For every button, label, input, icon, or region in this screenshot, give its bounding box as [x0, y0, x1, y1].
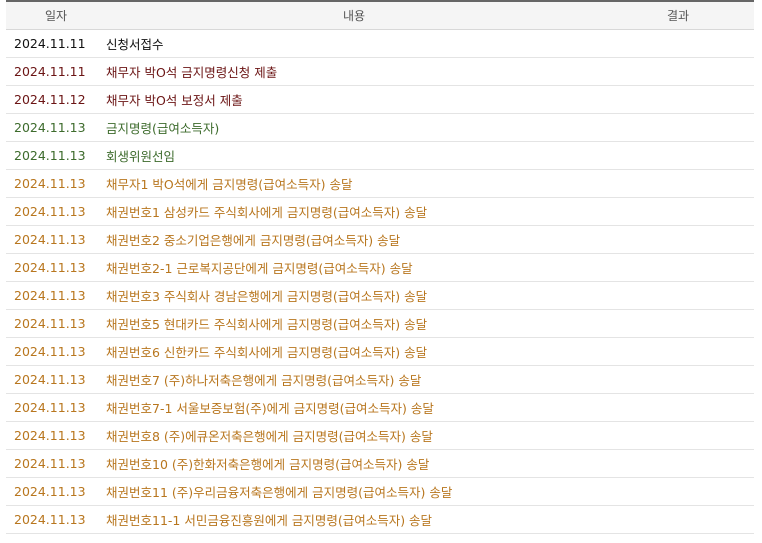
row-result — [602, 505, 754, 534]
row-result — [602, 421, 754, 450]
row-date: 2024.11.13 — [6, 393, 106, 422]
row-content: 회생위원선임 — [106, 141, 602, 170]
row-content: 채권번호1 삼성카드 주식회사에게 금지명령(급여소득자) 송달 — [106, 197, 602, 226]
row-result — [602, 281, 754, 310]
row-result — [602, 337, 754, 366]
table-row: 2024.11.13 회생위원선임 — [6, 141, 754, 170]
row-date: 2024.11.13 — [6, 477, 106, 506]
row-result — [602, 197, 754, 226]
row-result — [602, 449, 754, 478]
row-date: 2024.11.13 — [6, 253, 106, 282]
table-row: 2024.11.13 채권번호11 (주)우리금융저축은행에게 금지명령(급여소득… — [6, 477, 754, 506]
row-result — [602, 477, 754, 506]
table-row: 2024.11.13 채권번호7 (주)하나저축은행에게 금지명령(급여소득자) … — [6, 365, 754, 394]
row-result — [602, 253, 754, 282]
row-result — [602, 365, 754, 394]
row-content: 채권번호8 (주)에큐온저축은행에게 금지명령(급여소득자) 송달 — [106, 421, 602, 450]
row-content: 채권번호11-1 서민금융진흥원에게 금지명령(급여소득자) 송달 — [106, 505, 602, 534]
row-result — [602, 169, 754, 198]
table-row: 2024.11.13 채권번호10 (주)한화저축은행에게 금지명령(급여소득자)… — [6, 449, 754, 478]
row-date: 2024.11.13 — [6, 197, 106, 226]
row-date: 2024.11.13 — [6, 337, 106, 366]
row-result — [602, 85, 754, 114]
header-row: 일자 내용 결과 — [6, 0, 754, 30]
row-date: 2024.11.13 — [6, 281, 106, 310]
row-result — [602, 225, 754, 254]
row-content: 채무자 박O석 보정서 제출 — [106, 85, 602, 114]
table-row: 2024.11.13 채무자1 박O석에게 금지명령(급여소득자) 송달 — [6, 169, 754, 198]
row-result — [602, 29, 754, 58]
row-content: 신청서접수 — [106, 29, 602, 58]
table-body: 2024.11.11 신청서접수 2024.11.11 채무자 박O석 금지명령신청 … — [6, 29, 754, 534]
row-date: 2024.11.13 — [6, 365, 106, 394]
row-date: 2024.11.13 — [6, 169, 106, 198]
row-date: 2024.11.11 — [6, 57, 106, 86]
table-row: 2024.11.11 채무자 박O석 금지명령신청 제출 — [6, 57, 754, 86]
row-content: 채권번호11 (주)우리금융저축은행에게 금지명령(급여소득자) 송달 — [106, 477, 602, 506]
row-date: 2024.11.13 — [6, 505, 106, 534]
table-row: 2024.11.13 채권번호8 (주)에큐온저축은행에게 금지명령(급여소득자)… — [6, 421, 754, 450]
row-content: 채권번호3 주식회사 경남은행에게 금지명령(급여소득자) 송달 — [106, 281, 602, 310]
table-row: 2024.11.13 채권번호7-1 서울보증보험(주)에게 금지명령(급여소득자… — [6, 393, 754, 422]
row-result — [602, 393, 754, 422]
row-date: 2024.11.13 — [6, 449, 106, 478]
header-result: 결과 — [602, 0, 754, 30]
header-content: 내용 — [106, 0, 602, 30]
row-date: 2024.11.13 — [6, 421, 106, 450]
row-result — [602, 57, 754, 86]
row-content: 채권번호7 (주)하나저축은행에게 금지명령(급여소득자) 송달 — [106, 365, 602, 394]
row-date: 2024.11.13 — [6, 309, 106, 338]
table-row: 2024.11.13 채권번호6 신한카드 주식회사에게 금지명령(급여소득자) … — [6, 337, 754, 366]
table-row: 2024.11.12 채무자 박O석 보정서 제출 — [6, 85, 754, 114]
row-content: 채권번호2 중소기업은행에게 금지명령(급여소득자) 송달 — [106, 225, 602, 254]
table-header: 일자 내용 결과 — [6, 0, 754, 30]
row-content: 채권번호7-1 서울보증보험(주)에게 금지명령(급여소득자) 송달 — [106, 393, 602, 422]
row-content: 금지명령(급여소득자) — [106, 113, 602, 142]
row-date: 2024.11.11 — [6, 29, 106, 58]
table-row: 2024.11.13 채권번호11-1 서민금융진흥원에게 금지명령(급여소득자)… — [6, 505, 754, 534]
row-content: 채무자 박O석 금지명령신청 제출 — [106, 57, 602, 86]
row-content: 채권번호2-1 근로복지공단에게 금지명령(급여소득자) 송달 — [106, 253, 602, 282]
table-row: 2024.11.13 채권번호3 주식회사 경남은행에게 금지명령(급여소득자) … — [6, 281, 754, 310]
row-result — [602, 141, 754, 170]
table-row: 2024.11.13 채권번호5 현대카드 주식회사에게 금지명령(급여소득자) … — [6, 309, 754, 338]
table-row: 2024.11.13 금지명령(급여소득자) — [6, 113, 754, 142]
header-date: 일자 — [6, 0, 106, 30]
case-progress-table-container: 일자 내용 결과 2024.11.11 신청서접수 2024.11.11 채무자 박O… — [6, 0, 754, 534]
table-row: 2024.11.11 신청서접수 — [6, 29, 754, 58]
case-progress-table: 일자 내용 결과 2024.11.11 신청서접수 2024.11.11 채무자 박O… — [6, 0, 754, 534]
row-date: 2024.11.13 — [6, 225, 106, 254]
table-row: 2024.11.13 채권번호2-1 근로복지공단에게 금지명령(급여소득자) 송… — [6, 253, 754, 282]
row-content: 채권번호5 현대카드 주식회사에게 금지명령(급여소득자) 송달 — [106, 309, 602, 338]
row-result — [602, 309, 754, 338]
row-date: 2024.11.13 — [6, 113, 106, 142]
row-date: 2024.11.13 — [6, 141, 106, 170]
row-date: 2024.11.12 — [6, 85, 106, 114]
row-content: 채무자1 박O석에게 금지명령(급여소득자) 송달 — [106, 169, 602, 198]
row-result — [602, 113, 754, 142]
table-row: 2024.11.13 채권번호1 삼성카드 주식회사에게 금지명령(급여소득자) … — [6, 197, 754, 226]
row-content: 채권번호10 (주)한화저축은행에게 금지명령(급여소득자) 송달 — [106, 449, 602, 478]
row-content: 채권번호6 신한카드 주식회사에게 금지명령(급여소득자) 송달 — [106, 337, 602, 366]
table-row: 2024.11.13 채권번호2 중소기업은행에게 금지명령(급여소득자) 송달 — [6, 225, 754, 254]
